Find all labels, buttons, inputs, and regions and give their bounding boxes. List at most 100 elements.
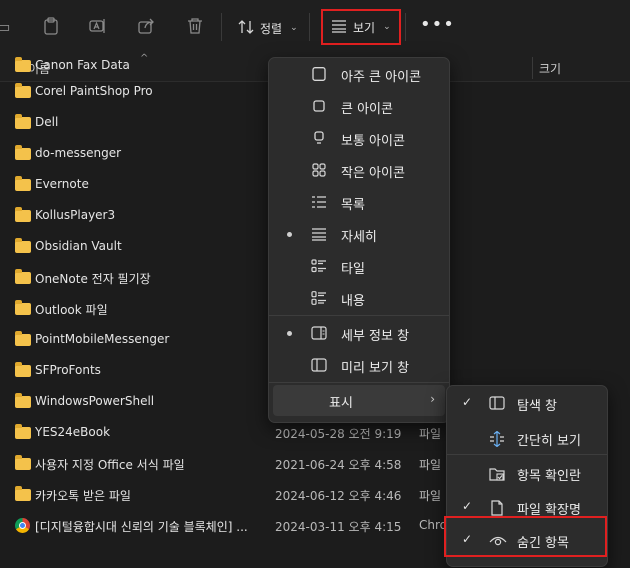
folder-icon (15, 455, 31, 470)
view-label: 보기 (353, 20, 376, 35)
file-name: KollusPlayer3 (35, 208, 116, 222)
chevron-down-icon: ⌄ (383, 22, 391, 32)
file-name: 카카오톡 받은 파일 (35, 489, 131, 503)
file-name: Evernote (35, 177, 89, 191)
file-date: 2024-06-12 오후 4:46 (275, 489, 402, 503)
menu-separator (447, 454, 607, 455)
details-pane-icon (311, 326, 327, 340)
file-type: 파일 (419, 458, 442, 472)
chevron-right-icon: › (430, 392, 435, 406)
file-date: 2024-05-28 오전 9:19 (275, 427, 402, 441)
hidden-items-highlight (444, 516, 607, 557)
menu-item-small-icons[interactable]: 작은 아이콘 (273, 155, 445, 186)
menu-item-label: 타일 (341, 262, 365, 277)
menu-item-tiles[interactable]: 타일 (273, 251, 445, 282)
share-icon[interactable] (136, 15, 158, 37)
file-name: do-messenger (35, 146, 122, 160)
folder-icon (15, 300, 31, 315)
new-icon[interactable]: ▭ (0, 15, 14, 37)
sort-icon (238, 19, 254, 38)
folder-icon (15, 207, 31, 222)
folder-icon (15, 331, 31, 346)
menu-separator (269, 315, 449, 316)
view-icon (331, 19, 347, 36)
command-bar: ▭ 정렬 ⌄ 보기 ⌄ ••• (0, 0, 630, 55)
tiles-icon (311, 259, 327, 273)
menu-item-label: 자세히 (341, 230, 377, 245)
medium-icons-icon (311, 131, 327, 145)
file-name: Canon Fax Data (35, 58, 130, 72)
rename-icon[interactable] (87, 15, 109, 37)
file-name: WindowsPowerShell (35, 394, 155, 408)
small-icons-icon (311, 163, 327, 177)
details-icon (311, 227, 327, 241)
submenu-item-label: 간단히 보기 (517, 434, 581, 449)
file-name: YES24eBook (35, 425, 111, 439)
file-name: Corel PaintShop Pro (35, 84, 153, 98)
menu-item-label: 작은 아이콘 (341, 166, 405, 181)
checkmark-icon: ✓ (462, 499, 473, 513)
selected-bullet-icon (287, 232, 292, 237)
menu-item-label: 내용 (341, 294, 365, 309)
submenu-item-label: 탐색 창 (517, 399, 558, 414)
folder-icon (15, 114, 31, 129)
selected-bullet-icon (287, 331, 292, 336)
menu-item-extra-large-icons[interactable]: 아주 큰 아이콘 (273, 59, 445, 90)
file-name: [디지털융합시대 신뢰의 기술 블록체인] ... (35, 520, 248, 534)
file-name: SFProFonts (35, 363, 101, 377)
menu-separator (269, 382, 449, 383)
view-menu: 아주 큰 아이콘큰 아이콘보통 아이콘작은 아이콘목록자세히타일내용세부 정보 … (268, 57, 450, 423)
file-type: 파일 (419, 489, 442, 503)
toolbar-separator (221, 13, 222, 41)
menu-item-label: 미리 보기 창 (341, 361, 410, 376)
view-button[interactable]: 보기 ⌄ (321, 9, 401, 45)
preview-pane-icon (311, 358, 327, 372)
menu-item-medium-icons[interactable]: 보통 아이콘 (273, 123, 445, 154)
file-name: PointMobileMessenger (35, 332, 170, 346)
file-date: 2024-03-11 오후 4:15 (275, 520, 402, 534)
folder-icon (15, 424, 31, 439)
menu-item-label: 아주 큰 아이콘 (341, 70, 422, 85)
toolbar-separator (405, 13, 406, 41)
file-name: Outlook 파일 (35, 303, 108, 317)
folder-icon (15, 362, 31, 377)
file-type: 파일 (419, 427, 442, 441)
menu-item-label: 큰 아이콘 (341, 102, 393, 117)
more-options-button[interactable]: ••• (420, 14, 455, 35)
checkmark-icon: ✓ (462, 395, 473, 409)
menu-item-label: 목록 (341, 198, 365, 213)
content-icon (311, 291, 327, 305)
menu-item-content[interactable]: 내용 (273, 283, 445, 314)
menu-item-details-pane[interactable]: 세부 정보 창 (273, 318, 445, 349)
sort-label: 정렬 (260, 21, 283, 36)
submenu-item-item-checkboxes[interactable]: 항목 확인란 (451, 458, 603, 489)
menu-item-label: 세부 정보 창 (341, 329, 410, 344)
folder-icon (15, 145, 31, 160)
menu-item-large-icons[interactable]: 큰 아이콘 (273, 91, 445, 122)
submenu-item-navigation-pane[interactable]: ✓ 탐색 창 (451, 388, 603, 419)
menu-item-preview-pane[interactable]: 미리 보기 창 (273, 350, 445, 381)
compact-view-icon (489, 430, 505, 448)
file-name: Dell (35, 115, 59, 129)
delete-icon[interactable] (184, 15, 206, 37)
menu-item-details[interactable]: 자세히 (273, 219, 445, 250)
chevron-down-icon: ⌄ (290, 23, 298, 33)
submenu-item-compact-view[interactable]: 간단히 보기 (451, 423, 603, 454)
menu-item-list[interactable]: 목록 (273, 187, 445, 218)
file-type: Chro (419, 518, 447, 532)
toolbar-separator (309, 13, 310, 41)
folder-icon (15, 176, 31, 191)
large-icons-icon (311, 99, 327, 113)
sort-button[interactable]: 정렬 ⌄ (238, 12, 298, 44)
folder-icon (15, 238, 31, 253)
file-extensions-icon (489, 500, 505, 516)
extra-large-icons-icon (311, 67, 327, 81)
menu-item-show[interactable]: 표시 › (273, 385, 445, 416)
folder-icon (15, 393, 31, 408)
menu-item-label: 보통 아이콘 (341, 134, 405, 149)
item-checkboxes-icon (489, 466, 505, 481)
folder-icon (15, 83, 31, 98)
paste-icon[interactable] (40, 15, 62, 37)
folder-icon (15, 486, 31, 501)
chrome-icon (15, 518, 30, 533)
